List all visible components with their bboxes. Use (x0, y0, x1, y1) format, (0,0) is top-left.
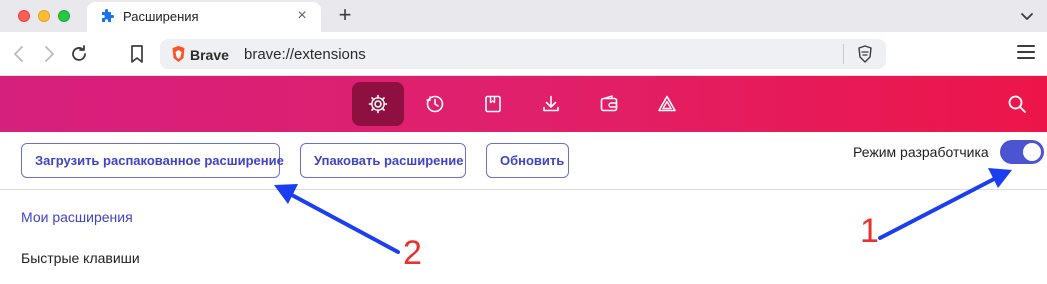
address-bar[interactable]: Brave brave://extensions (160, 39, 886, 69)
close-window-button[interactable] (18, 10, 30, 22)
pack-extension-button[interactable]: Упаковать расширение (300, 143, 466, 178)
omnibox-url[interactable]: brave://extensions (244, 46, 366, 63)
brave-shields-icon[interactable] (856, 45, 874, 63)
sidebar-item-shortcuts[interactable]: Быстрые клавиши (21, 250, 140, 266)
arrow-2 (274, 184, 400, 254)
back-arrow-icon[interactable] (8, 43, 30, 65)
tab-extensions[interactable]: Расширения × (87, 2, 321, 32)
tab-close-button[interactable]: × (293, 7, 311, 25)
forward-arrow-icon[interactable] (38, 43, 60, 65)
history-icon[interactable] (409, 82, 461, 126)
search-icon[interactable] (1006, 93, 1028, 115)
annotation-number-1: 1 (860, 212, 879, 250)
tab-title: Расширения (123, 9, 199, 24)
wallet-icon[interactable] (583, 82, 635, 126)
browser-toolbar: Brave brave://extensions (0, 32, 1047, 76)
chevron-down-icon[interactable] (1019, 8, 1035, 24)
extensions-header (0, 76, 1047, 132)
omnibox-divider (843, 44, 844, 64)
bookmarks-icon[interactable] (467, 82, 519, 126)
zoom-window-button[interactable] (58, 10, 70, 22)
rewards-icon[interactable] (641, 82, 693, 126)
menu-icon[interactable] (1017, 45, 1035, 61)
new-tab-button[interactable]: + (334, 3, 356, 27)
annotation-number-2: 2 (403, 234, 422, 272)
puzzle-icon (102, 9, 114, 22)
update-button[interactable]: Обновить (486, 143, 569, 178)
brave-logo-icon (172, 46, 185, 62)
gear-icon[interactable] (352, 82, 404, 126)
reload-icon[interactable] (68, 43, 90, 65)
tab-strip: Расширения × + (0, 0, 1047, 32)
load-unpacked-button[interactable]: Загрузить распакованное расширение (21, 143, 284, 178)
downloads-icon[interactable] (525, 82, 577, 126)
bookmark-icon[interactable] (126, 43, 148, 65)
minimize-window-button[interactable] (38, 10, 50, 22)
toggle-knob (1023, 143, 1041, 161)
developer-toolbar: Загрузить распакованное расширение Упако… (0, 132, 1047, 190)
omnibox-brand: Brave (190, 47, 229, 63)
developer-mode-toggle[interactable] (1000, 140, 1044, 164)
sidebar-item-my-extensions[interactable]: Мои расширения (21, 209, 133, 225)
developer-mode-label: Режим разработчика (853, 144, 989, 160)
